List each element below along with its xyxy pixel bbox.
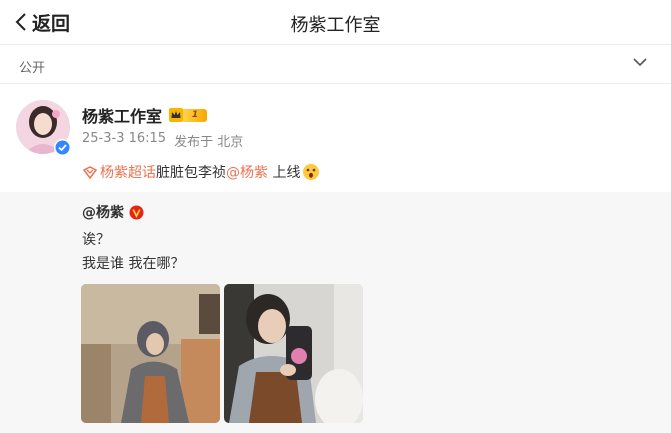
super-topic-icon (82, 166, 98, 179)
topic-link[interactable]: 杨紫超话 (100, 162, 156, 182)
mention-link[interactable]: @杨紫 (226, 162, 268, 182)
author-row: 杨紫工作室 1 (82, 103, 208, 127)
chevron-down-icon[interactable] (633, 57, 647, 67)
surprised-emoji-icon (303, 164, 320, 180)
quoted-author-row: @杨紫 (82, 202, 144, 222)
quoted-text-line-2: 我是谁 我在哪？ (82, 256, 185, 272)
post-meta: 25-3-3 16:15 发布于 北京 (82, 131, 243, 150)
page-title: 杨紫工作室 (290, 15, 381, 36)
post-location: 发布于 北京 (174, 135, 244, 150)
photo-1[interactable] (81, 284, 220, 423)
verified-badge-icon (54, 139, 71, 156)
member-level: 1 (183, 108, 208, 122)
post-date: 25-3-3 16:15 (82, 131, 167, 146)
photo-2[interactable] (224, 284, 363, 423)
crown-icon (169, 108, 184, 122)
post-header: 杨紫工作室 1 25-3-3 16:15 发布于 北京 杨紫超话 脏脏包李祯 @… (0, 84, 671, 192)
top-bar: 返回 杨紫工作室 (0, 0, 671, 45)
post-text-end: 上线 (268, 165, 301, 181)
member-badge[interactable]: 1 (168, 107, 208, 123)
verified-red-icon (129, 205, 144, 219)
quoted-post[interactable]: @杨紫 诶？ 我是谁 我在哪？ (0, 192, 671, 433)
quoted-text-line-1: 诶？ (82, 232, 110, 248)
author-name[interactable]: 杨紫工作室 (82, 103, 162, 127)
post-text: 杨紫超话 脏脏包李祯 @杨紫 上线 (82, 162, 320, 182)
visibility-selector[interactable]: 公开 (0, 45, 671, 84)
visibility-label: 公开 (19, 61, 46, 76)
post-text-body: 脏脏包李祯 (156, 165, 226, 181)
quoted-author-name[interactable]: @杨紫 (82, 202, 124, 222)
